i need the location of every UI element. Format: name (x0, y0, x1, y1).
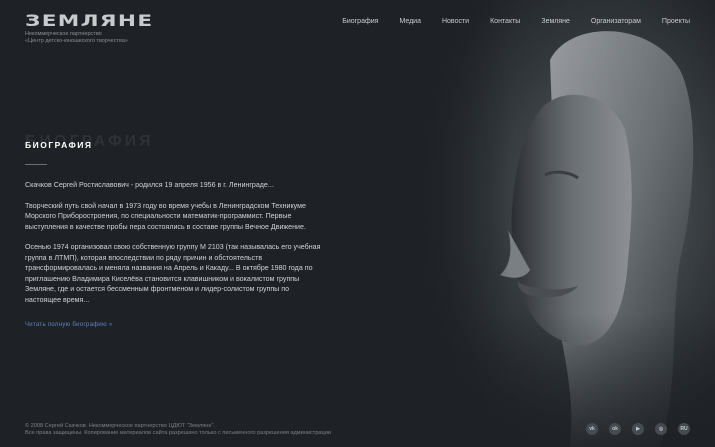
vk-icon[interactable]: vk (586, 423, 598, 435)
logo-wordmark: ЗЕМЛЯНЕ (25, 11, 154, 30)
title-divider (25, 164, 47, 165)
copyright-text: © 2008 Сергей Скачков. Некоммерческое па… (25, 423, 216, 429)
site-header: ЗЕМЛЯНЕ Некоммерческое партнерство «Цент… (0, 0, 715, 48)
section-title: БИОГРАФИЯ (25, 140, 93, 150)
bio-paragraph-2: Творческий путь свой начал в 1973 году в… (25, 201, 306, 231)
nav-contacts[interactable]: Контакты (490, 18, 520, 25)
nav-zemlyane[interactable]: Земляне (541, 18, 570, 25)
logo-tagline-2: «Центр детско-юношеского творчества» (25, 37, 128, 44)
youtube-icon[interactable]: ▶ (632, 423, 644, 435)
site-logo[interactable]: ЗЕМЛЯНЕ Некоммерческое партнерство «Цент… (25, 13, 152, 44)
bio-paragraph-3: Осенью 1974 организовал свою собственную… (25, 243, 321, 304)
social-links: vk ok ▶ ◎ RU (586, 423, 690, 435)
nav-biography[interactable]: Биография (342, 18, 378, 25)
nav-organizers[interactable]: Организаторам (591, 18, 641, 25)
rutube-icon[interactable]: RU (678, 423, 690, 435)
nav-media[interactable]: Медиа (399, 18, 421, 25)
nav-projects[interactable]: Проекты (662, 18, 690, 25)
portrait-image (400, 0, 715, 447)
nav-news[interactable]: Новости (442, 18, 469, 25)
site-footer: © 2008 Сергей Скачков. Некоммерческое па… (25, 423, 331, 437)
bio-paragraph-1: Скачков Сергей Ростиславович - родился 1… (25, 181, 274, 189)
rights-text: Все права защищены. Копирование материал… (25, 430, 332, 436)
main-nav: Биография Медиа Новости Контакты Земляне… (342, 18, 690, 25)
section-title-block: БИОГРАФИЯ БИОГРАФИЯ (25, 132, 325, 156)
instagram-icon[interactable]: ◎ (655, 423, 667, 435)
odnoklassniki-icon[interactable]: ok (609, 423, 621, 435)
biography-section: БИОГРАФИЯ БИОГРАФИЯ Скачков Сергей Рости… (25, 132, 325, 331)
read-full-biography-link[interactable]: Читать полную биографию » (25, 322, 113, 328)
